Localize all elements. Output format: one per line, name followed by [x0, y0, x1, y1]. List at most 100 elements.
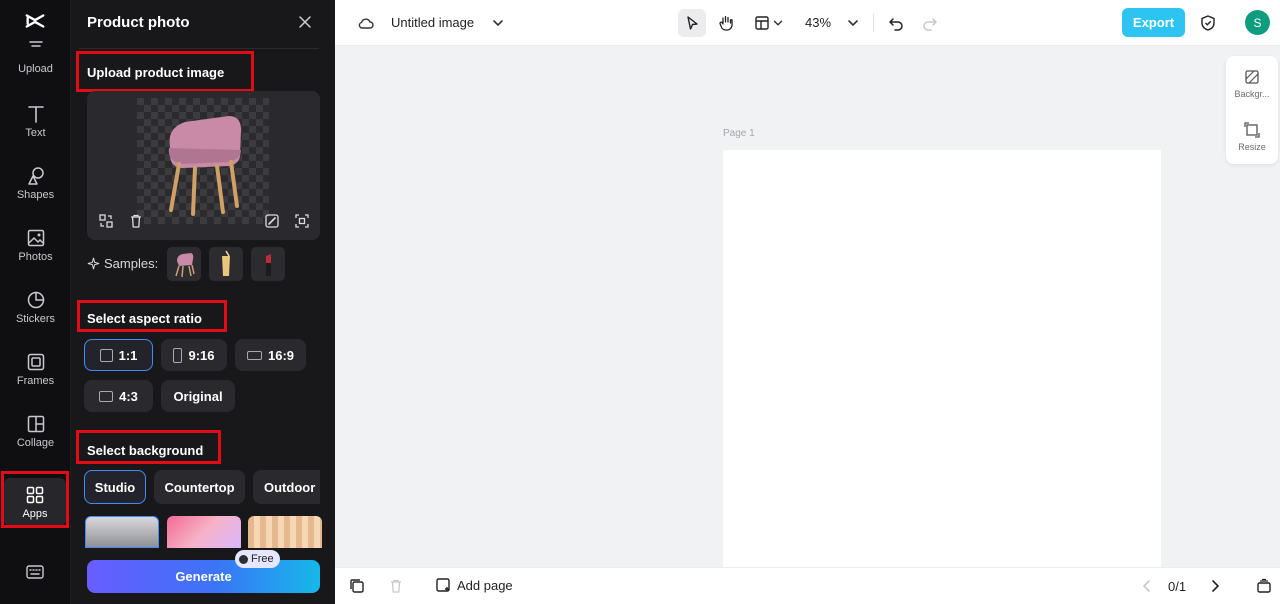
- stickers-icon: [27, 291, 44, 309]
- hand-icon: [719, 15, 733, 31]
- replace-image-button[interactable]: [96, 211, 116, 231]
- capcut-logo[interactable]: [24, 10, 46, 32]
- prev-page-button[interactable]: [1138, 577, 1156, 595]
- cloud-save-button[interactable]: [355, 12, 377, 34]
- user-avatar[interactable]: S: [1245, 10, 1270, 35]
- aspect-4-3-label: 4:3: [119, 388, 138, 404]
- rail-item-photos[interactable]: Photos: [0, 228, 71, 284]
- aspect-original-label: Original: [173, 388, 223, 404]
- samples-label: Samples:: [87, 256, 158, 271]
- rail-item-upload[interactable]: Upload: [0, 40, 71, 96]
- delete-image-button[interactable]: [126, 211, 146, 231]
- right-side-tools: Backgr... Resize: [1226, 56, 1278, 164]
- rail-item-frames[interactable]: Frames: [0, 352, 71, 408]
- undo-button[interactable]: [885, 12, 907, 34]
- canvas-area: Page 1: [335, 47, 1280, 570]
- resize-icon: [1244, 122, 1260, 138]
- aspect-original-button[interactable]: Original: [161, 380, 235, 412]
- next-page-button[interactable]: [1206, 577, 1224, 595]
- portrait-ratio-icon: [173, 347, 183, 363]
- layout-dropdown-button[interactable]: [770, 12, 786, 34]
- pink-chair-image: [168, 116, 241, 216]
- export-button[interactable]: Export: [1122, 8, 1185, 37]
- trash-icon: [391, 579, 401, 593]
- aspect-16-9-button[interactable]: 16:9: [235, 339, 306, 371]
- generate-button[interactable]: Generate: [87, 560, 320, 593]
- upload-dropzone[interactable]: [87, 91, 320, 240]
- aspect-4-3-button[interactable]: 4:3: [84, 380, 153, 412]
- document-title[interactable]: Untitled image: [391, 15, 474, 30]
- title-dropdown-button[interactable]: [487, 12, 509, 34]
- redo-icon: [923, 18, 937, 31]
- hand-tool-button[interactable]: [715, 12, 737, 34]
- four-three-ratio-icon: [99, 390, 114, 402]
- aspect-1-1-button[interactable]: 1:1: [84, 339, 153, 371]
- rail-item-shapes[interactable]: Shapes: [0, 166, 71, 222]
- brush-edit-icon: [265, 214, 279, 228]
- layers-icon: [1257, 578, 1271, 593]
- top-toolbar: Untitled image 43% Export S: [335, 0, 1280, 46]
- page-manager-button[interactable]: [1255, 577, 1273, 595]
- bg-tab-countertop[interactable]: Countertop: [154, 470, 245, 504]
- rail-item-collage[interactable]: Collage: [0, 414, 71, 470]
- keyboard-icon[interactable]: [25, 563, 45, 581]
- cloud-icon: [358, 18, 374, 29]
- undo-icon: [889, 18, 903, 31]
- background-tool-button[interactable]: Backgr...: [1226, 69, 1278, 99]
- swap-icon: [99, 214, 113, 228]
- rail-label-frames: Frames: [16, 375, 55, 387]
- bg-preset-pink[interactable]: [167, 516, 241, 548]
- select-tool-button[interactable]: [678, 9, 706, 37]
- delete-page-button[interactable]: [387, 577, 405, 595]
- edit-cutout-button[interactable]: [262, 211, 282, 231]
- expand-icon: [295, 214, 309, 228]
- rail-item-stickers[interactable]: Stickers: [0, 290, 71, 346]
- duplicate-page-button[interactable]: [348, 577, 366, 595]
- trash-icon: [131, 214, 141, 228]
- apps-highlight-box: [1, 471, 69, 528]
- expand-image-button[interactable]: [292, 211, 312, 231]
- samples-text: Samples:: [104, 256, 159, 271]
- security-button[interactable]: [1197, 12, 1219, 34]
- bg-preset-studio-gray[interactable]: [85, 516, 159, 548]
- duplicate-icon: [350, 579, 364, 593]
- add-page-button[interactable]: Add page: [435, 577, 513, 593]
- toolbar-divider: [873, 14, 874, 32]
- text-icon: [27, 106, 44, 123]
- layout-icon: [755, 16, 769, 30]
- close-icon[interactable]: [297, 14, 313, 30]
- design-page[interactable]: [723, 150, 1161, 570]
- bg-tab-outdoor[interactable]: Outdoor: [253, 470, 320, 504]
- aspect-1-1-label: 1:1: [118, 347, 138, 363]
- chevron-down-icon: [493, 20, 503, 27]
- photos-icon: [27, 229, 44, 247]
- rail-item-text[interactable]: Text: [0, 104, 71, 160]
- generate-label: Generate: [175, 569, 232, 584]
- panel-title: Product photo: [87, 14, 190, 31]
- background-tool-label: Backgr...: [1234, 89, 1270, 99]
- sample-chair[interactable]: [167, 247, 201, 281]
- bg-tab-studio-label: Studio: [94, 479, 136, 495]
- bg-preset-wood[interactable]: [248, 516, 322, 548]
- rail-label-text: Text: [25, 127, 46, 139]
- rail-label-stickers: Stickers: [15, 313, 56, 325]
- aspect-9-16-button[interactable]: 9:16: [161, 339, 227, 371]
- bg-tab-studio[interactable]: Studio: [84, 470, 146, 504]
- page-count: 0/1: [1168, 579, 1187, 594]
- zoom-dropdown-button[interactable]: [842, 12, 864, 34]
- background-icon: [1245, 70, 1259, 84]
- free-badge: Free: [235, 550, 280, 568]
- zoom-level[interactable]: 43%: [805, 15, 831, 30]
- sample-lipstick[interactable]: [251, 247, 285, 281]
- rail-label-upload: Upload: [18, 63, 53, 75]
- upload-icon: [28, 41, 43, 47]
- background-highlight-box: [76, 430, 221, 464]
- page-label: Page 1: [723, 128, 755, 139]
- redo-button[interactable]: [919, 12, 941, 34]
- resize-tool-button[interactable]: Resize: [1226, 122, 1278, 152]
- sample-drink[interactable]: [209, 247, 243, 281]
- shield-check-icon: [1201, 15, 1215, 31]
- rail-label-collage: Collage: [16, 437, 55, 449]
- cursor-icon: [687, 16, 698, 30]
- shapes-icon: [27, 167, 44, 185]
